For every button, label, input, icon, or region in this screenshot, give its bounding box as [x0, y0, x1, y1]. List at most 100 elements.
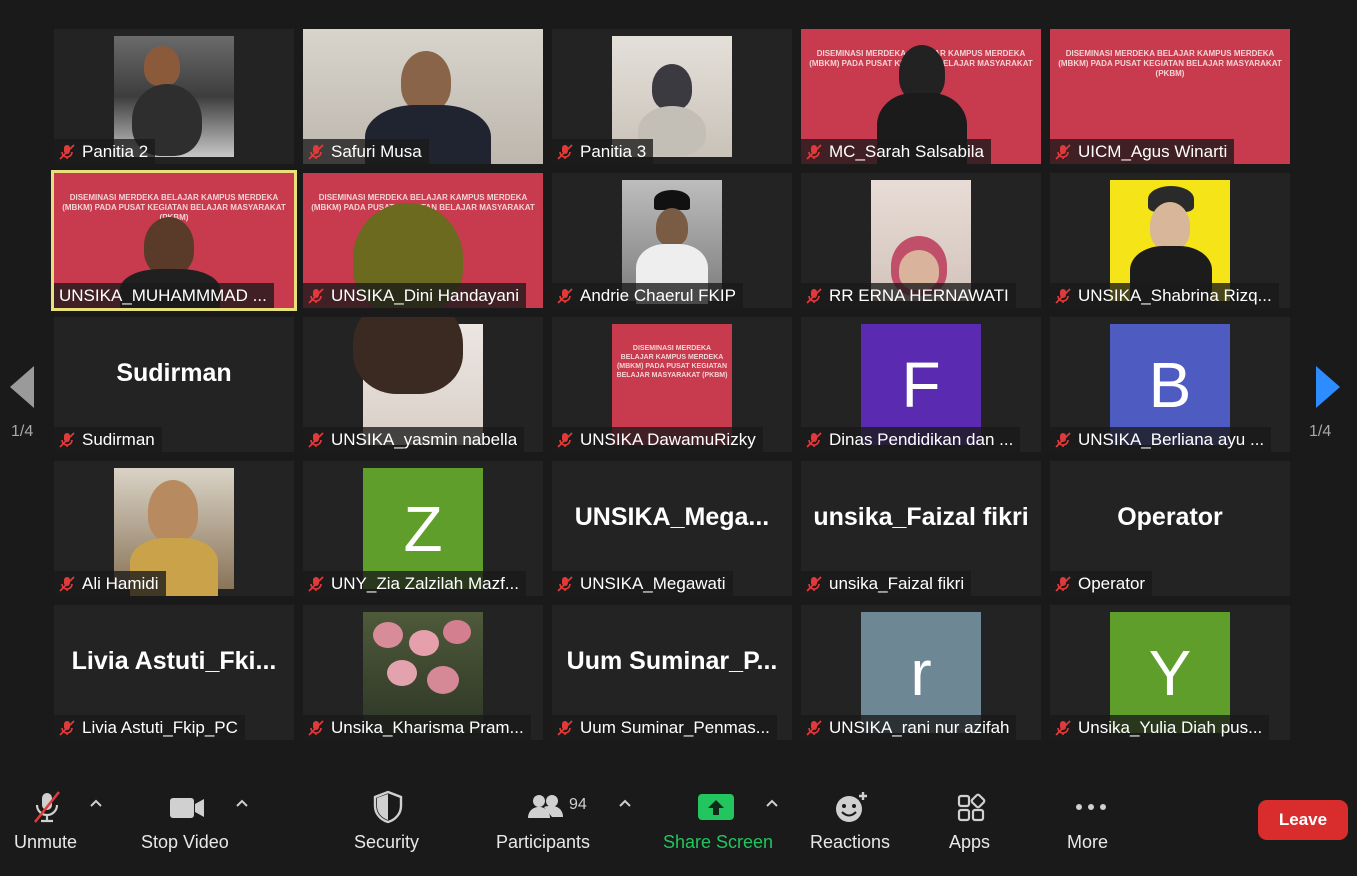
participant-tile[interactable]: Panitia 2: [54, 29, 294, 164]
participant-tile[interactable]: RR ERNA HERNAWATI: [801, 173, 1041, 308]
mic-off-icon: [59, 575, 75, 592]
video-options-chevron-up-icon[interactable]: [235, 798, 249, 808]
name-label: Livia Astuti_Fkip_PC: [54, 715, 245, 740]
mic-off-icon: [557, 287, 573, 304]
participant-tile[interactable]: Z UNY_Zia Zalzilah Mazf...: [303, 461, 543, 596]
participants-count: 94: [569, 796, 587, 813]
participant-display-name: UNSIKA_Mega...: [574, 503, 770, 531]
page-indicator-left: 1/4: [11, 423, 34, 440]
mic-off-icon: [557, 575, 573, 592]
participant-name: UNSIKA_Shabrina Rizq...: [1078, 285, 1272, 305]
name-label: Ali Hamidi: [54, 571, 166, 596]
participant-tile[interactable]: DISEMINASI MERDEKA BELAJAR KAMPUS MERDEK…: [801, 29, 1041, 164]
participants-options-chevron-up-icon[interactable]: [618, 798, 632, 808]
participant-tile[interactable]: r UNSIKA_rani nur azifah: [801, 605, 1041, 740]
participant-tile[interactable]: UNSIKA_Mega... UNSIKA_Megawati: [552, 461, 792, 596]
participant-tile[interactable]: DISEMINASI MERDEKA BELAJAR KAMPUS MERDEK…: [1050, 29, 1290, 164]
participant-tile[interactable]: Uum Suminar_P... Uum Suminar_Penmas...: [552, 605, 792, 740]
mic-off-icon: [308, 431, 324, 448]
share-options-chevron-up-icon[interactable]: [765, 798, 779, 808]
microphone-muted-icon: [33, 791, 61, 823]
participant-name: Unsika_Yulia Diah pus...: [1078, 717, 1263, 737]
participant-tile-active-speaker[interactable]: DISEMINASI MERDEKA BELAJAR KAMPUS MERDEK…: [51, 170, 297, 311]
name-label: MC_Sarah Salsabila: [801, 139, 991, 164]
participants-button[interactable]: 94 Participants: [490, 776, 605, 876]
participant-display-name: Sudirman: [116, 359, 232, 387]
participants-label: Participants: [496, 832, 591, 852]
participant-name: Livia Astuti_Fkip_PC: [82, 717, 238, 737]
participant-tile[interactable]: DISEMINASI MERDEKA BELAJAR KAMPUS MERDEK…: [552, 317, 792, 452]
participant-name: UNSIKA_MUHAMMMAD ...: [59, 285, 267, 305]
participant-tile[interactable]: Livia Astuti_Fki... Livia Astuti_Fkip_PC: [54, 605, 294, 740]
participant-tile[interactable]: Unsika_Kharisma Pram...: [303, 605, 543, 740]
name-label: UICM_Agus Winarti: [1050, 139, 1235, 164]
participant-tile[interactable]: Andrie Chaerul FKIP: [552, 173, 792, 308]
unmute-button[interactable]: Unmute: [0, 776, 90, 876]
participant-name: UNSIKA DawamuRizky: [580, 429, 756, 449]
name-label: Unsika_Yulia Diah pus...: [1050, 715, 1270, 740]
apps-label: Apps: [949, 832, 991, 852]
reactions-label: Reactions: [810, 832, 891, 852]
participant-name: UNSIKA_yasmin nabella: [331, 429, 518, 449]
mic-off-icon: [806, 287, 822, 304]
participant-name: Sudirman: [82, 429, 155, 449]
add-reaction-emoji-icon: [836, 792, 867, 822]
page-indicator-right: 1/4: [1309, 423, 1332, 440]
name-label: RR ERNA HERNAWATI: [801, 283, 1016, 308]
name-label: unsika_Faizal fikri: [801, 571, 972, 596]
name-label: UNSIKA_MUHAMMMAD ...: [54, 283, 274, 308]
participant-tile[interactable]: F Dinas Pendidikan dan ...: [801, 317, 1041, 452]
event-banner-text: DISEMINASI MERDEKA BELAJAR KAMPUS MERDEK…: [616, 345, 728, 379]
share-screen-button[interactable]: Share Screen: [655, 776, 780, 876]
participant-name: Dinas Pendidikan dan ...: [829, 429, 1014, 449]
audio-options-chevron-up-icon[interactable]: [89, 798, 103, 808]
video-gallery: Panitia 2 Safuri Musa Panitia 3 DISEMINA…: [51, 29, 1290, 740]
apps-button[interactable]: Apps: [935, 776, 1005, 876]
stop-video-button[interactable]: Stop Video: [130, 776, 240, 876]
participant-name: Uum Suminar_Penmas...: [580, 717, 770, 737]
participant-tile[interactable]: Sudirman Sudirman: [54, 317, 294, 452]
more-label: More: [1067, 832, 1109, 852]
participant-tile[interactable]: Safuri Musa: [303, 29, 543, 164]
previous-page-arrow-icon[interactable]: [4, 362, 44, 412]
stop-video-label: Stop Video: [141, 832, 229, 852]
mic-off-icon: [806, 719, 822, 736]
security-button[interactable]: Security: [345, 776, 435, 876]
participant-display-name: Livia Astuti_Fki...: [71, 647, 277, 675]
participant-name: Operator: [1078, 573, 1146, 593]
share-screen-icon: [698, 794, 734, 820]
participant-name: Panitia 2: [82, 141, 149, 161]
unmute-label: Unmute: [14, 832, 78, 852]
participant-tile[interactable]: B UNSIKA_Berliana ayu ...: [1050, 317, 1290, 452]
name-label: Unsika_Kharisma Pram...: [303, 715, 531, 740]
participant-name: RR ERNA HERNAWATI: [829, 285, 1009, 305]
participant-tile[interactable]: Panitia 3: [552, 29, 792, 164]
next-page-arrow-icon[interactable]: [1310, 362, 1350, 412]
participant-tile[interactable]: DISEMINASI MERDEKA BELAJAR KAMPUS MERDEK…: [303, 173, 543, 308]
mic-off-icon: [1055, 143, 1071, 160]
participant-tile[interactable]: Y Unsika_Yulia Diah pus...: [1050, 605, 1290, 740]
name-label: Uum Suminar_Penmas...: [552, 715, 777, 740]
mic-off-icon: [59, 431, 75, 448]
share-screen-label: Share Screen: [663, 832, 774, 852]
participant-tile[interactable]: Operator Operator: [1050, 461, 1290, 596]
mic-off-icon: [806, 575, 822, 592]
participant-tile[interactable]: UNSIKA_Shabrina Rizq...: [1050, 173, 1290, 308]
participant-display-name: Operator: [1117, 503, 1223, 531]
leave-button[interactable]: Leave: [1258, 800, 1348, 840]
participant-name: Safuri Musa: [331, 141, 422, 161]
participant-name: UNSIKA_Megawati: [580, 573, 726, 593]
participant-tile[interactable]: unsika_Faizal fikri unsika_Faizal fikri: [801, 461, 1041, 596]
name-label: Panitia 3: [552, 139, 654, 164]
participant-tile[interactable]: UNSIKA_yasmin nabella: [303, 317, 543, 452]
reactions-button[interactable]: Reactions: [800, 776, 900, 876]
participant-name: UNSIKA_Berliana ayu ...: [1078, 429, 1265, 449]
more-button[interactable]: More: [1055, 776, 1125, 876]
participant-name: Unsika_Kharisma Pram...: [331, 717, 524, 737]
name-label: UNSIKA_Berliana ayu ...: [1050, 427, 1272, 452]
participant-name: Ali Hamidi: [82, 573, 159, 593]
name-label: UNY_Zia Zalzilah Mazf...: [303, 571, 526, 596]
mic-off-icon: [806, 143, 822, 160]
meeting-toolbar: Unmute Stop Video Security 94 Participan…: [0, 776, 1357, 876]
participant-tile[interactable]: Ali Hamidi: [54, 461, 294, 596]
